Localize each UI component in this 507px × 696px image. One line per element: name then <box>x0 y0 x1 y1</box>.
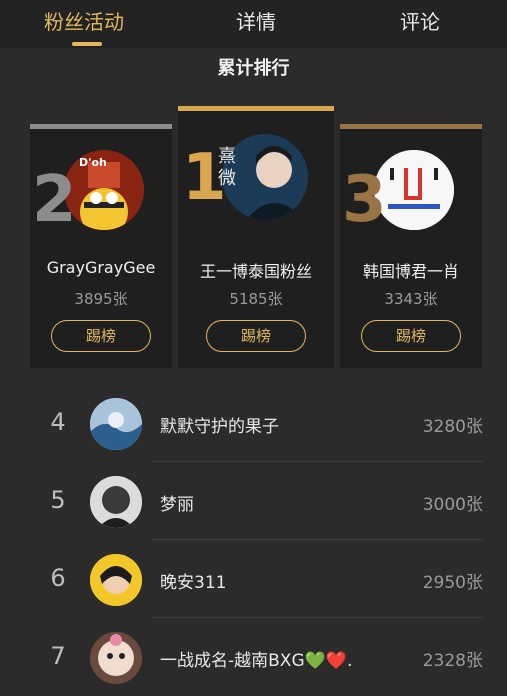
kick-button[interactable]: 踢榜 <box>51 320 151 352</box>
fan-name: 默默守护的果子 <box>160 417 279 437</box>
ticket-count: 2328张 <box>422 651 483 671</box>
rank-number: 4 <box>50 408 66 436</box>
fan-name: 晚安311 <box>160 573 227 593</box>
rank-number: 1 <box>182 141 227 215</box>
list-item[interactable]: 4 默默守护的果子 3280张 <box>0 384 507 462</box>
tab-fan-activity[interactable]: 粉丝活动 <box>44 6 124 35</box>
ticket-count: 3280张 <box>422 417 483 437</box>
tab-details[interactable]: 详情 <box>236 6 276 35</box>
avatar <box>90 554 142 606</box>
rank-number: 2 <box>32 163 77 237</box>
ticket-count: 3343张 <box>384 290 438 308</box>
ticket-count: 2950张 <box>422 573 483 593</box>
kick-button[interactable]: 踢榜 <box>361 320 461 352</box>
podium-card-rank-3: 3 韩国博君一肖 3343张 踢榜 <box>340 124 482 368</box>
list-item[interactable]: 5 梦丽 3000张 <box>0 462 507 540</box>
active-tab-indicator <box>72 42 102 46</box>
kick-button[interactable]: 踢榜 <box>206 320 306 352</box>
ticket-count: 5185张 <box>229 290 283 308</box>
fan-name: 韩国博君一肖 <box>362 262 459 281</box>
avatar <box>90 632 142 684</box>
fan-name: 王一博泰国粉丝 <box>199 262 312 281</box>
podium-card-rank-2: D'oh 2 GrayGrayGee 3895张 踢榜 <box>30 124 172 368</box>
rank-bar-bronze <box>340 124 482 129</box>
rank-bar-gold <box>178 106 334 111</box>
avatar <box>90 476 142 528</box>
list-item[interactable]: 7 一战成名-越南BXG💚❤️. 2328张 <box>0 618 507 696</box>
fan-name: 一战成名-越南BXG💚❤️. <box>160 651 353 671</box>
ticket-count: 3895张 <box>74 290 128 308</box>
rank-number: 7 <box>50 642 66 670</box>
fan-name: 梦丽 <box>160 495 194 515</box>
rank-number: 6 <box>50 564 66 592</box>
tab-bar: 粉丝活动 详情 评论 <box>0 0 507 48</box>
fan-name: GrayGrayGee <box>46 258 156 277</box>
avatar <box>90 398 142 450</box>
rank-number: 3 <box>342 163 387 237</box>
avatar-caption: D'oh <box>79 156 107 169</box>
rank-number: 5 <box>50 486 66 514</box>
rank-bar-silver <box>30 124 172 129</box>
ticket-count: 3000张 <box>422 495 483 515</box>
tab-comments[interactable]: 评论 <box>400 6 440 35</box>
section-title: 累计排行 <box>217 58 290 79</box>
list-item[interactable]: 6 晚安311 2950张 <box>0 540 507 618</box>
podium-card-rank-1: 熹微 1 王一博泰国粉丝 5185张 踢榜 <box>178 106 334 368</box>
